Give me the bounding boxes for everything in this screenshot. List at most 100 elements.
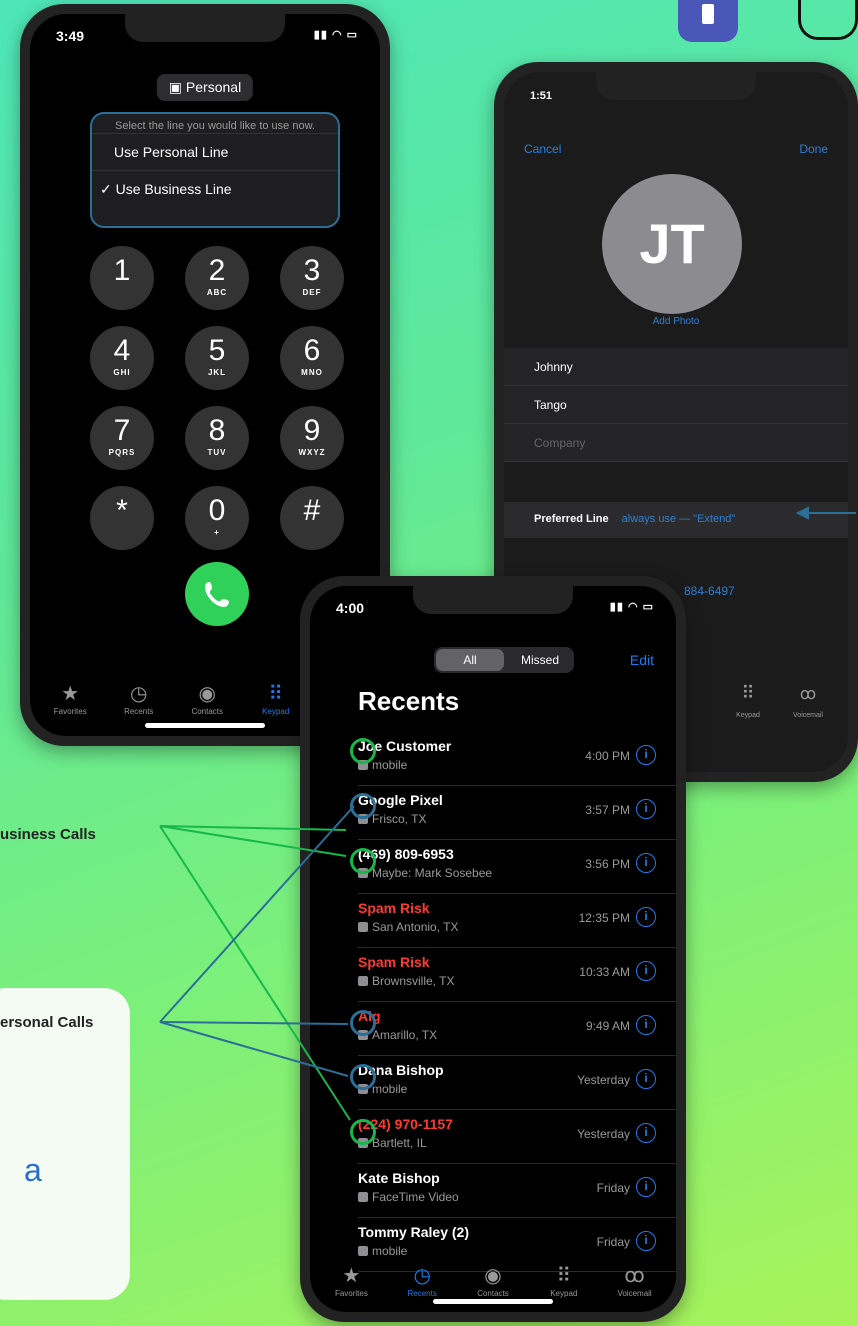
segment-missed[interactable]: Missed (506, 647, 574, 673)
list-item[interactable]: Aig Amarillo, TX 9:49 AM i (358, 1002, 676, 1056)
key-digit: 5 (208, 334, 226, 367)
info-icon[interactable]: i (636, 799, 656, 819)
tab-contacts[interactable]: ◉ Contacts (173, 681, 242, 716)
tab-favorites[interactable]: ★ Favorites (36, 681, 105, 716)
caller-detail-text: Brownsville, TX (372, 974, 455, 988)
info-icon[interactable]: i (636, 853, 656, 873)
segment-all[interactable]: All (436, 649, 504, 671)
home-indicator (145, 723, 265, 728)
call-time: 3:57 PM (585, 803, 630, 817)
list-item[interactable]: Dana Bishop mobile Yesterday i (358, 1056, 676, 1110)
menu-item-personal-line[interactable]: Use Personal Line (92, 133, 338, 170)
info-icon[interactable]: i (636, 907, 656, 927)
tab-keypad[interactable]: ⠿ Keypad (529, 1263, 599, 1298)
tab-label: Keypad (550, 1289, 578, 1298)
business-calls-label: usiness Calls (0, 826, 96, 843)
key-digit: # (303, 494, 321, 527)
tab-favorites[interactable]: ★ Favorites (316, 1263, 386, 1298)
star-icon: ★ (342, 1265, 361, 1287)
info-card (0, 988, 130, 1300)
contact-topbar: Cancel Done (524, 142, 828, 156)
voicemail-icon: ꝏ (624, 1265, 645, 1287)
list-item[interactable]: (224) 970-1157 Bartlett, IL Yesterday i (358, 1110, 676, 1164)
key-digit: 7 (113, 414, 131, 447)
line-badge-icon (358, 1192, 368, 1202)
caller-name: Spam Risk (358, 954, 430, 970)
key-8[interactable]: 8 TUV (185, 406, 249, 470)
tab-voicemail[interactable]: ꝏ Voicemail (600, 1263, 670, 1298)
company-field[interactable]: Company (504, 424, 848, 462)
caller-detail: mobile (358, 1244, 407, 1258)
list-item[interactable]: Kate Bishop FaceTime Video Friday i (358, 1164, 676, 1218)
list-item[interactable]: Joe Customer mobile 4:00 PM i (358, 732, 676, 786)
key-star[interactable]: * (90, 486, 154, 550)
call-time: 4:00 PM (585, 749, 630, 763)
preferred-line-label: Preferred Line (534, 513, 609, 525)
notch (413, 586, 573, 614)
teams-logo-icon (678, 0, 738, 42)
info-icon[interactable]: i (636, 1123, 656, 1143)
key-7[interactable]: 7 PQRS (90, 406, 154, 470)
info-icon[interactable]: i (636, 1015, 656, 1035)
status-time: 1:51 (530, 90, 553, 102)
key-6[interactable]: 6 MNO (280, 326, 344, 390)
key-digit: 3 (303, 254, 321, 287)
caller-detail-text: Frisco, TX (372, 812, 427, 826)
key-digit: 1 (113, 254, 131, 287)
key-1[interactable]: 1 (90, 246, 154, 310)
add-photo-link[interactable]: Add Photo (504, 316, 848, 327)
tab-voicemail[interactable]: ꝏ Voicemail (778, 684, 838, 722)
info-icon[interactable]: i (636, 961, 656, 981)
avatar[interactable]: JT (602, 174, 742, 314)
card-letter: a (24, 1152, 42, 1188)
tab-keypad[interactable]: ⠿ Keypad (718, 683, 778, 722)
caller-detail-text: mobile (372, 1082, 408, 1096)
key-3[interactable]: 3 DEF (280, 246, 344, 310)
caller-detail-text: San Antonio, TX (372, 920, 459, 934)
key-5[interactable]: 5 JKL (185, 326, 249, 390)
keypad-icon: ⠿ (556, 1265, 572, 1287)
call-time: 3:56 PM (585, 857, 630, 871)
status-icons: ▮▮ ◠ ▭ (609, 601, 654, 613)
tab-recents[interactable]: ◷ Recents (387, 1263, 457, 1298)
recents-filter-segment: All Missed (434, 647, 574, 673)
line-pill[interactable]: ▣ Personal (156, 74, 254, 101)
caller-name: Spam Risk (358, 900, 430, 916)
tab-recents[interactable]: ◷ Recents (105, 681, 174, 716)
key-letters: GHI (113, 368, 131, 377)
status-time: 3:49 (56, 28, 85, 44)
tab-label: Recents (124, 707, 154, 716)
key-4[interactable]: 4 GHI (90, 326, 154, 390)
done-button[interactable]: Done (799, 142, 828, 156)
info-icon[interactable]: i (636, 1069, 656, 1089)
key-hash[interactable]: # (280, 486, 344, 550)
list-item[interactable]: Spam Risk San Antonio, TX 12:35 PM i (358, 894, 676, 948)
list-item[interactable]: (469) 809-6953 Maybe: Mark Sosebee 3:56 PM… (358, 840, 676, 894)
recents-phone: 4:00 ▮▮ ◠ ▭ All Missed Edit Recents Joe … (300, 576, 686, 1322)
menu-item-business-line[interactable]: ✓ Use Business Line (92, 170, 338, 208)
call-button[interactable] (185, 562, 249, 626)
preferred-line-row[interactable]: Preferred Line always use — "Extend" (504, 502, 848, 538)
personal-marker-circle (350, 1064, 376, 1090)
business-marker-circle (350, 1119, 376, 1145)
info-icon[interactable]: i (636, 745, 656, 765)
list-item[interactable]: Spam Risk Brownsville, TX 10:33 AM i (358, 948, 676, 1002)
call-time: Friday (596, 1181, 630, 1195)
phone-number-partial[interactable]: 884-6497 (684, 584, 735, 598)
info-icon[interactable]: i (636, 1177, 656, 1197)
key-digit: 9 (303, 414, 321, 447)
key-2[interactable]: 2 ABC (185, 246, 249, 310)
line-badge-icon (358, 976, 368, 986)
key-digit: 2 (208, 254, 226, 287)
key-0[interactable]: 0 + (185, 486, 249, 550)
last-name-field[interactable]: Tango (504, 386, 848, 424)
cancel-button[interactable]: Cancel (524, 142, 561, 156)
key-9[interactable]: 9 WXYZ (280, 406, 344, 470)
info-icon[interactable]: i (636, 1231, 656, 1251)
call-time: Yesterday (577, 1127, 630, 1141)
list-item[interactable]: Google Pixel Frisco, TX 3:57 PM i (358, 786, 676, 840)
keypad-icon: ⠿ (741, 683, 755, 703)
edit-button[interactable]: Edit (630, 652, 654, 668)
first-name-field[interactable]: Johnny (504, 348, 848, 386)
tab-contacts[interactable]: ◉ Contacts (458, 1263, 528, 1298)
